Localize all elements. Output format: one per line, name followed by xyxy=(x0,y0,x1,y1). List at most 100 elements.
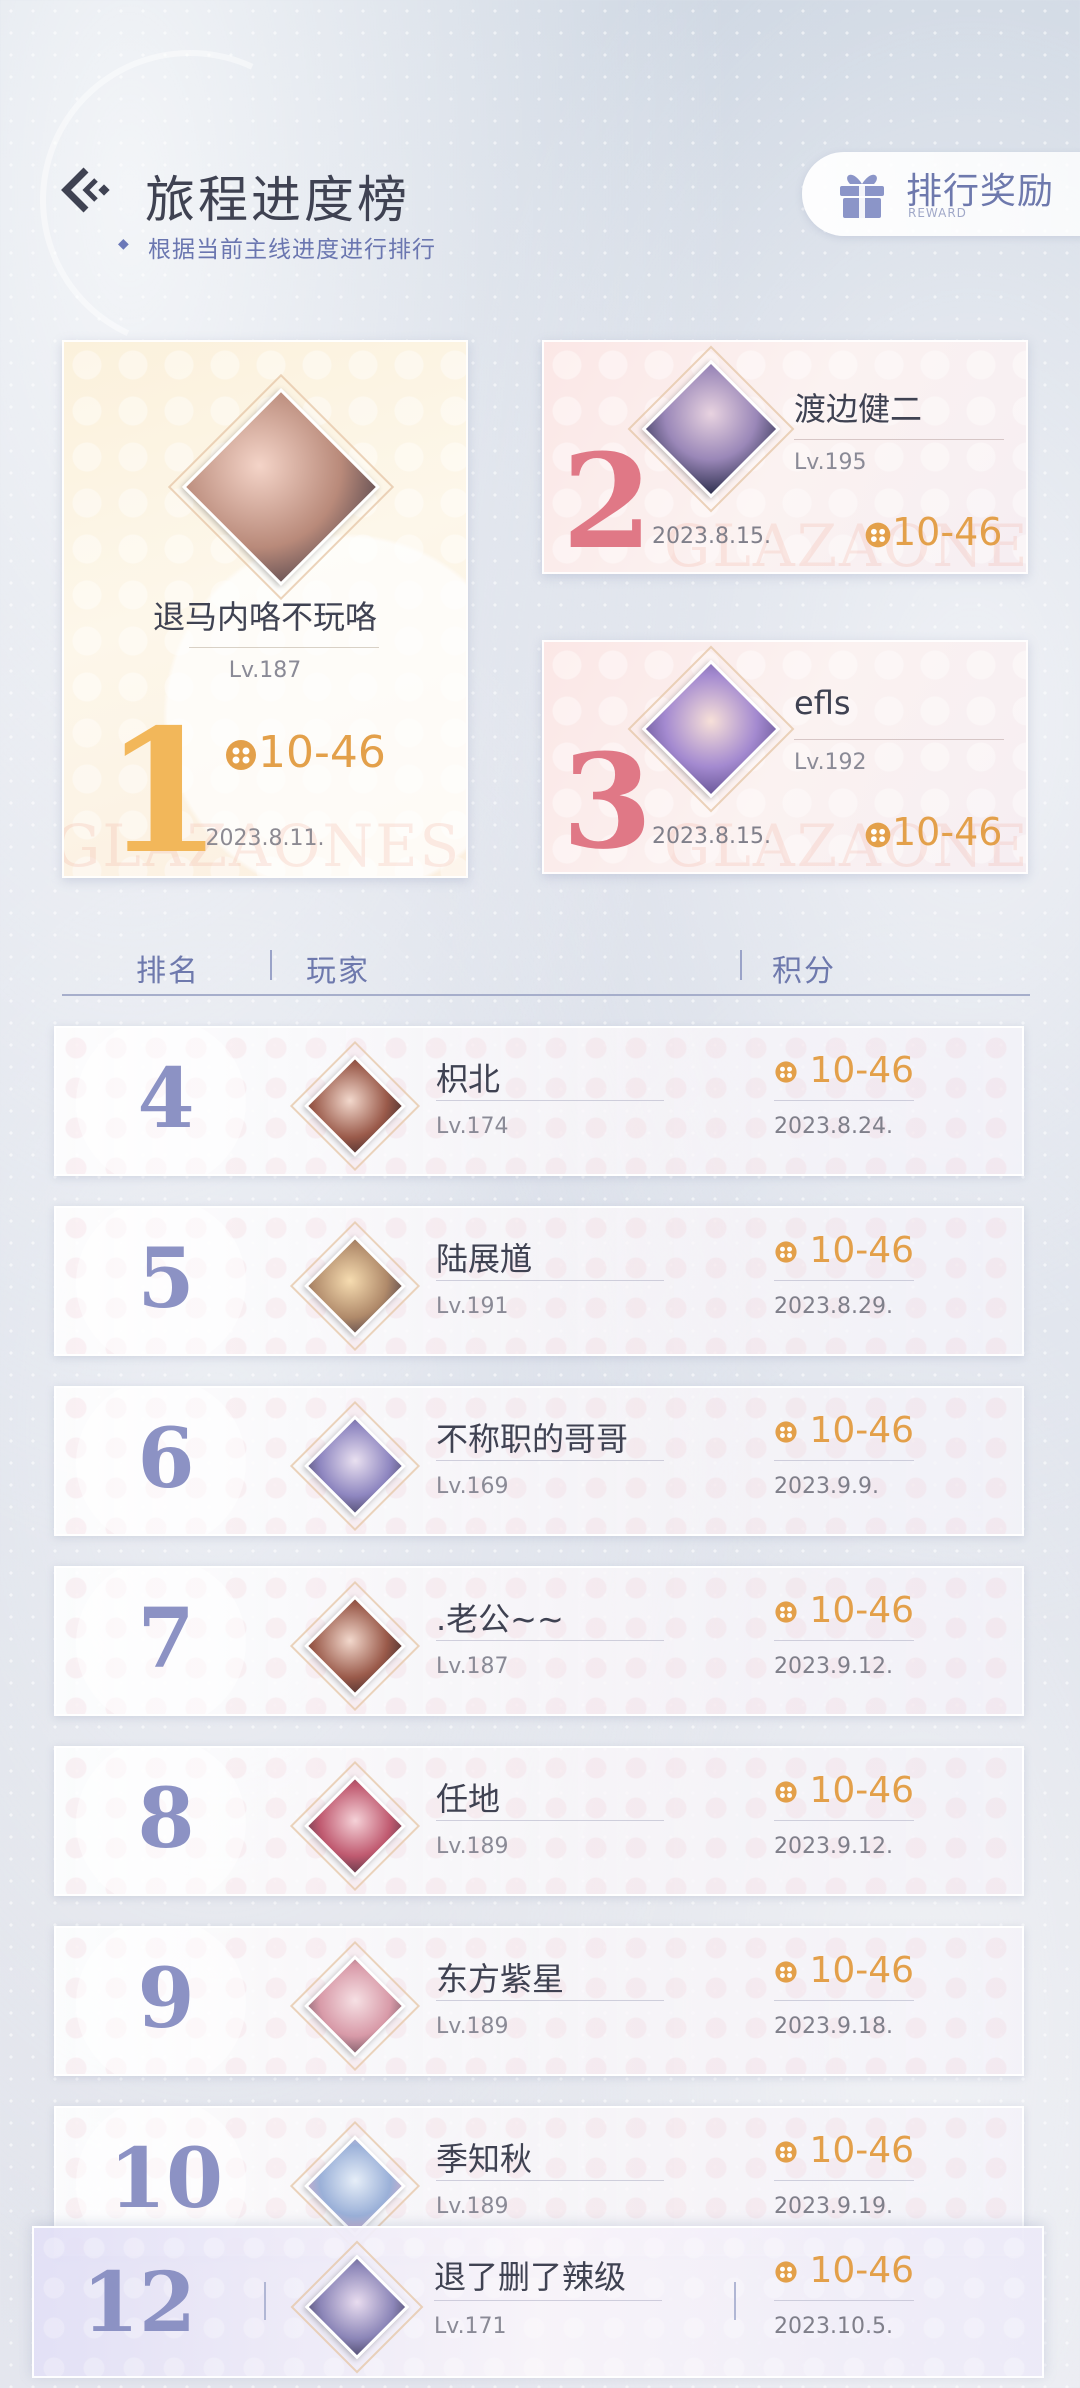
player-level: Lv.187 xyxy=(436,1654,509,1679)
player-score: 10-46 xyxy=(774,1950,914,1991)
player-score: 10-46 xyxy=(774,1590,914,1631)
player-level: Lv.189 xyxy=(436,2014,509,2039)
achieve-date: 2023.8.11. xyxy=(205,826,325,851)
avatar[interactable] xyxy=(289,1580,421,1712)
player-level: Lv.189 xyxy=(436,2194,509,2219)
column-separator xyxy=(740,950,742,980)
player-name: 陆展馗 xyxy=(436,1240,533,1278)
subtitle-bullet-icon: ◆ xyxy=(118,236,129,252)
table-row[interactable]: 9 东方紫星 Lv.189 10-46 2023.9.18. xyxy=(54,1926,1024,2076)
player-score: 10-46 xyxy=(774,1050,914,1091)
back-button[interactable] xyxy=(56,162,112,218)
player-level: Lv.171 xyxy=(434,2314,507,2339)
avatar[interactable] xyxy=(289,1040,421,1172)
gift-icon xyxy=(840,174,884,218)
achieve-date: 2023.9.12. xyxy=(774,1654,893,1679)
player-name: 退马内咯不玩咯 xyxy=(152,598,377,636)
achieve-date: 2023.8.24. xyxy=(774,1114,893,1139)
table-row[interactable]: 7 .老公~~ Lv.187 10-46 2023.9.12. xyxy=(54,1566,1024,1716)
player-score: 10-46 xyxy=(774,2250,914,2291)
score-value: 10-46 xyxy=(809,1230,915,1271)
achieve-date: 2023.9.18. xyxy=(774,2014,893,2039)
coin-icon xyxy=(775,1961,797,1983)
achieve-date: 2023.10.5. xyxy=(774,2314,893,2339)
player-level: Lv.195 xyxy=(794,450,867,475)
rank-number: 2 xyxy=(562,425,653,574)
rank-number: 7 xyxy=(137,1591,195,1687)
avatar[interactable] xyxy=(627,645,795,813)
column-separator xyxy=(270,950,272,980)
player-name: 不称职的哥哥 xyxy=(436,1420,629,1458)
top-card-rank-2[interactable]: GLAZAONES 2 渡边健二 Lv.195 2023.8.15. 10-46 xyxy=(542,340,1028,574)
divider xyxy=(774,1100,914,1101)
achieve-date: 2023.8.15. xyxy=(652,524,771,549)
avatar[interactable] xyxy=(289,1940,421,2072)
avatar[interactable] xyxy=(290,2240,424,2374)
player-score: 10-46 xyxy=(864,810,1002,854)
coin-icon xyxy=(775,2261,797,2283)
score-value: 10-46 xyxy=(809,2130,915,2171)
divider xyxy=(794,439,1004,440)
divider xyxy=(436,1100,664,1101)
column-header-rank: 排名 xyxy=(136,954,200,989)
score-value: 10-46 xyxy=(892,510,1003,554)
divider xyxy=(774,2180,914,2181)
player-level: Lv.191 xyxy=(436,1294,509,1319)
player-name: 退了删了辣级 xyxy=(434,2258,627,2296)
coin-icon xyxy=(865,522,891,547)
divider xyxy=(189,647,379,648)
reward-button[interactable]: 排行奖励 REWARD xyxy=(802,152,1080,236)
divider xyxy=(434,2300,662,2301)
top-card-rank-3[interactable]: GLAZAONES 3 efls Lv.192 2023.8.15. 10-46 xyxy=(542,640,1028,874)
score-value: 10-46 xyxy=(809,1050,915,1091)
divider xyxy=(794,739,1004,740)
table-row[interactable]: 4 枳北 Lv.174 10-46 2023.8.24. xyxy=(54,1026,1024,1176)
avatar[interactable] xyxy=(167,373,395,601)
back-arrow-icon xyxy=(61,167,110,213)
achieve-date: 2023.8.15. xyxy=(652,824,771,849)
rank-number: 4 xyxy=(137,1051,195,1147)
divider xyxy=(436,1820,664,1821)
player-level: Lv.169 xyxy=(436,1474,509,1499)
coin-icon xyxy=(775,2141,797,2163)
player-name: 季知秋 xyxy=(436,2140,533,2178)
coin-icon xyxy=(775,1241,797,1263)
player-name: .老公~~ xyxy=(436,1600,564,1638)
avatar[interactable] xyxy=(289,1220,421,1352)
avatar[interactable] xyxy=(289,1760,421,1892)
divider xyxy=(436,1640,664,1641)
player-level: Lv.189 xyxy=(436,1834,509,1859)
rank-number: 9 xyxy=(137,1951,195,2047)
rank-number: 1 xyxy=(104,692,223,878)
self-rank-row[interactable]: 12 退了删了辣级 Lv.171 10-46 2023.10.5. xyxy=(32,2226,1044,2378)
player-score: 10-46 xyxy=(864,510,1002,554)
score-value: 10-46 xyxy=(809,1770,915,1811)
column-header-player: 玩家 xyxy=(306,954,370,989)
column-separator xyxy=(734,2282,736,2320)
coin-icon xyxy=(865,822,891,847)
coin-icon xyxy=(775,1421,797,1443)
table-row[interactable]: 8 任地 Lv.189 10-46 2023.9.12. xyxy=(54,1746,1024,1896)
achieve-date: 2023.8.29. xyxy=(774,1294,893,1319)
divider xyxy=(436,2000,664,2001)
page-subtitle: 根据当前主线进度进行排行 xyxy=(148,237,436,263)
top-card-rank-1[interactable]: GLAZAONES 1 退马内咯不玩咯 Lv.187 10-46 2023.8.… xyxy=(62,340,468,878)
achieve-date: 2023.9.9. xyxy=(774,1474,879,1499)
coin-icon xyxy=(226,740,256,770)
coin-icon xyxy=(775,1601,797,1623)
table-row[interactable]: 5 陆展馗 Lv.191 10-46 2023.8.29. xyxy=(54,1206,1024,1356)
avatar[interactable] xyxy=(627,345,795,513)
avatar[interactable] xyxy=(289,2120,421,2252)
player-name: 东方紫星 xyxy=(436,1960,565,1998)
column-separator xyxy=(264,2282,266,2320)
table-row[interactable]: 6 不称职的哥哥 Lv.169 10-46 2023.9.9. xyxy=(54,1386,1024,1536)
player-level: Lv.187 xyxy=(228,658,302,683)
player-score: 10-46 xyxy=(774,1410,914,1451)
avatar[interactable] xyxy=(289,1400,421,1532)
player-name: 枳北 xyxy=(436,1060,501,1098)
player-score: 10-46 xyxy=(774,1230,914,1271)
player-name: 渡边健二 xyxy=(794,390,923,428)
divider xyxy=(774,1640,914,1641)
coin-icon xyxy=(775,1061,797,1083)
divider xyxy=(774,2000,914,2001)
